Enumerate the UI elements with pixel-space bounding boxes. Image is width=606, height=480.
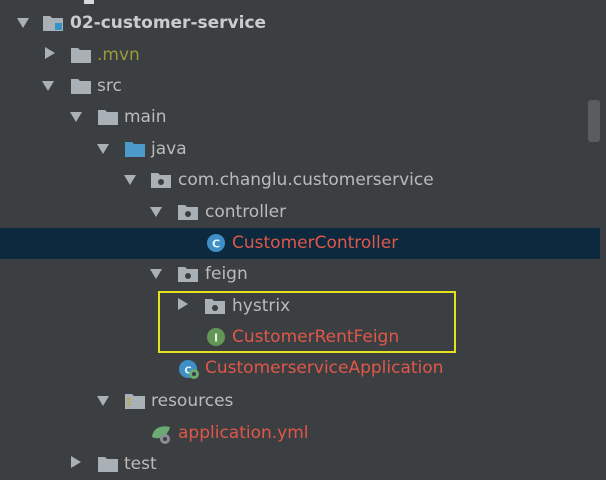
module-folder-icon [42,13,64,33]
folder-icon [97,107,119,127]
folder-icon [97,454,119,474]
tree-row-controller[interactable]: controller [0,197,606,228]
tree-row-main[interactable]: main [0,102,606,133]
scrollbar-track [600,0,606,478]
spring-config-file-icon [150,423,172,444]
chevron-down-icon[interactable] [42,81,54,91]
chevron-down-icon[interactable] [97,396,109,406]
tree-row-label: CustomerController [232,233,399,253]
tree-row-label: com.changlu.customerservice [178,170,434,190]
tree-row-label: application.yml [178,423,309,443]
clipped-icon-fragment [84,0,94,4]
tree-row-label: feign [205,264,248,284]
tree-row-label: java [151,139,187,159]
folder-icon [70,76,92,96]
tree-row-module[interactable]: 02-customer-service [0,8,606,39]
tree-row-label: 02-customer-service [70,13,267,33]
tree-row-label: src [97,76,122,96]
vertical-scrollbar-thumb[interactable] [588,100,600,142]
tree-row-resources[interactable]: resources [0,386,606,417]
spring-boot-class-icon: C [178,358,200,379]
tree-row-label: resources [151,391,234,411]
tree-row-test[interactable]: test [0,449,606,480]
chevron-down-icon[interactable] [97,144,109,154]
chevron-right-icon[interactable] [45,47,55,59]
tree-row-label: test [124,454,157,474]
folder-icon [70,45,92,65]
tree-row-label: main [124,107,167,127]
chevron-down-icon[interactable] [124,175,136,185]
tree-row-src[interactable]: src [0,71,606,102]
tree-row-customerservice-application[interactable]: C CustomerserviceApplication [0,353,606,384]
tree-row-feign[interactable]: feign [0,259,606,290]
package-icon [150,170,172,190]
tree-row-label: CustomerserviceApplication [205,358,444,378]
package-icon [177,264,199,284]
tree-row-label: controller [205,202,287,222]
chevron-down-icon[interactable] [17,18,29,28]
source-folder-icon [124,139,146,159]
package-icon [177,202,199,222]
resources-folder-icon [124,391,146,411]
chevron-down-icon[interactable] [150,207,162,217]
chevron-down-icon[interactable] [150,269,162,279]
tree-row-mvn[interactable]: .mvn [0,40,606,71]
tree-row-package-root[interactable]: com.changlu.customerservice [0,165,606,196]
tree-row-application-yml[interactable]: application.yml [0,418,606,449]
chevron-right-icon[interactable] [71,456,81,468]
tree-row-java[interactable]: java [0,134,606,165]
tree-row-customer-controller[interactable]: C CustomerController [0,228,606,259]
project-tree: 02-customer-service .mvn src main java c… [0,0,606,478]
svg-text:C: C [212,238,220,251]
tree-row-label: .mvn [97,45,140,65]
highlight-annotation-box [158,291,456,353]
chevron-down-icon[interactable] [70,112,82,122]
class-icon: C [205,233,227,253]
